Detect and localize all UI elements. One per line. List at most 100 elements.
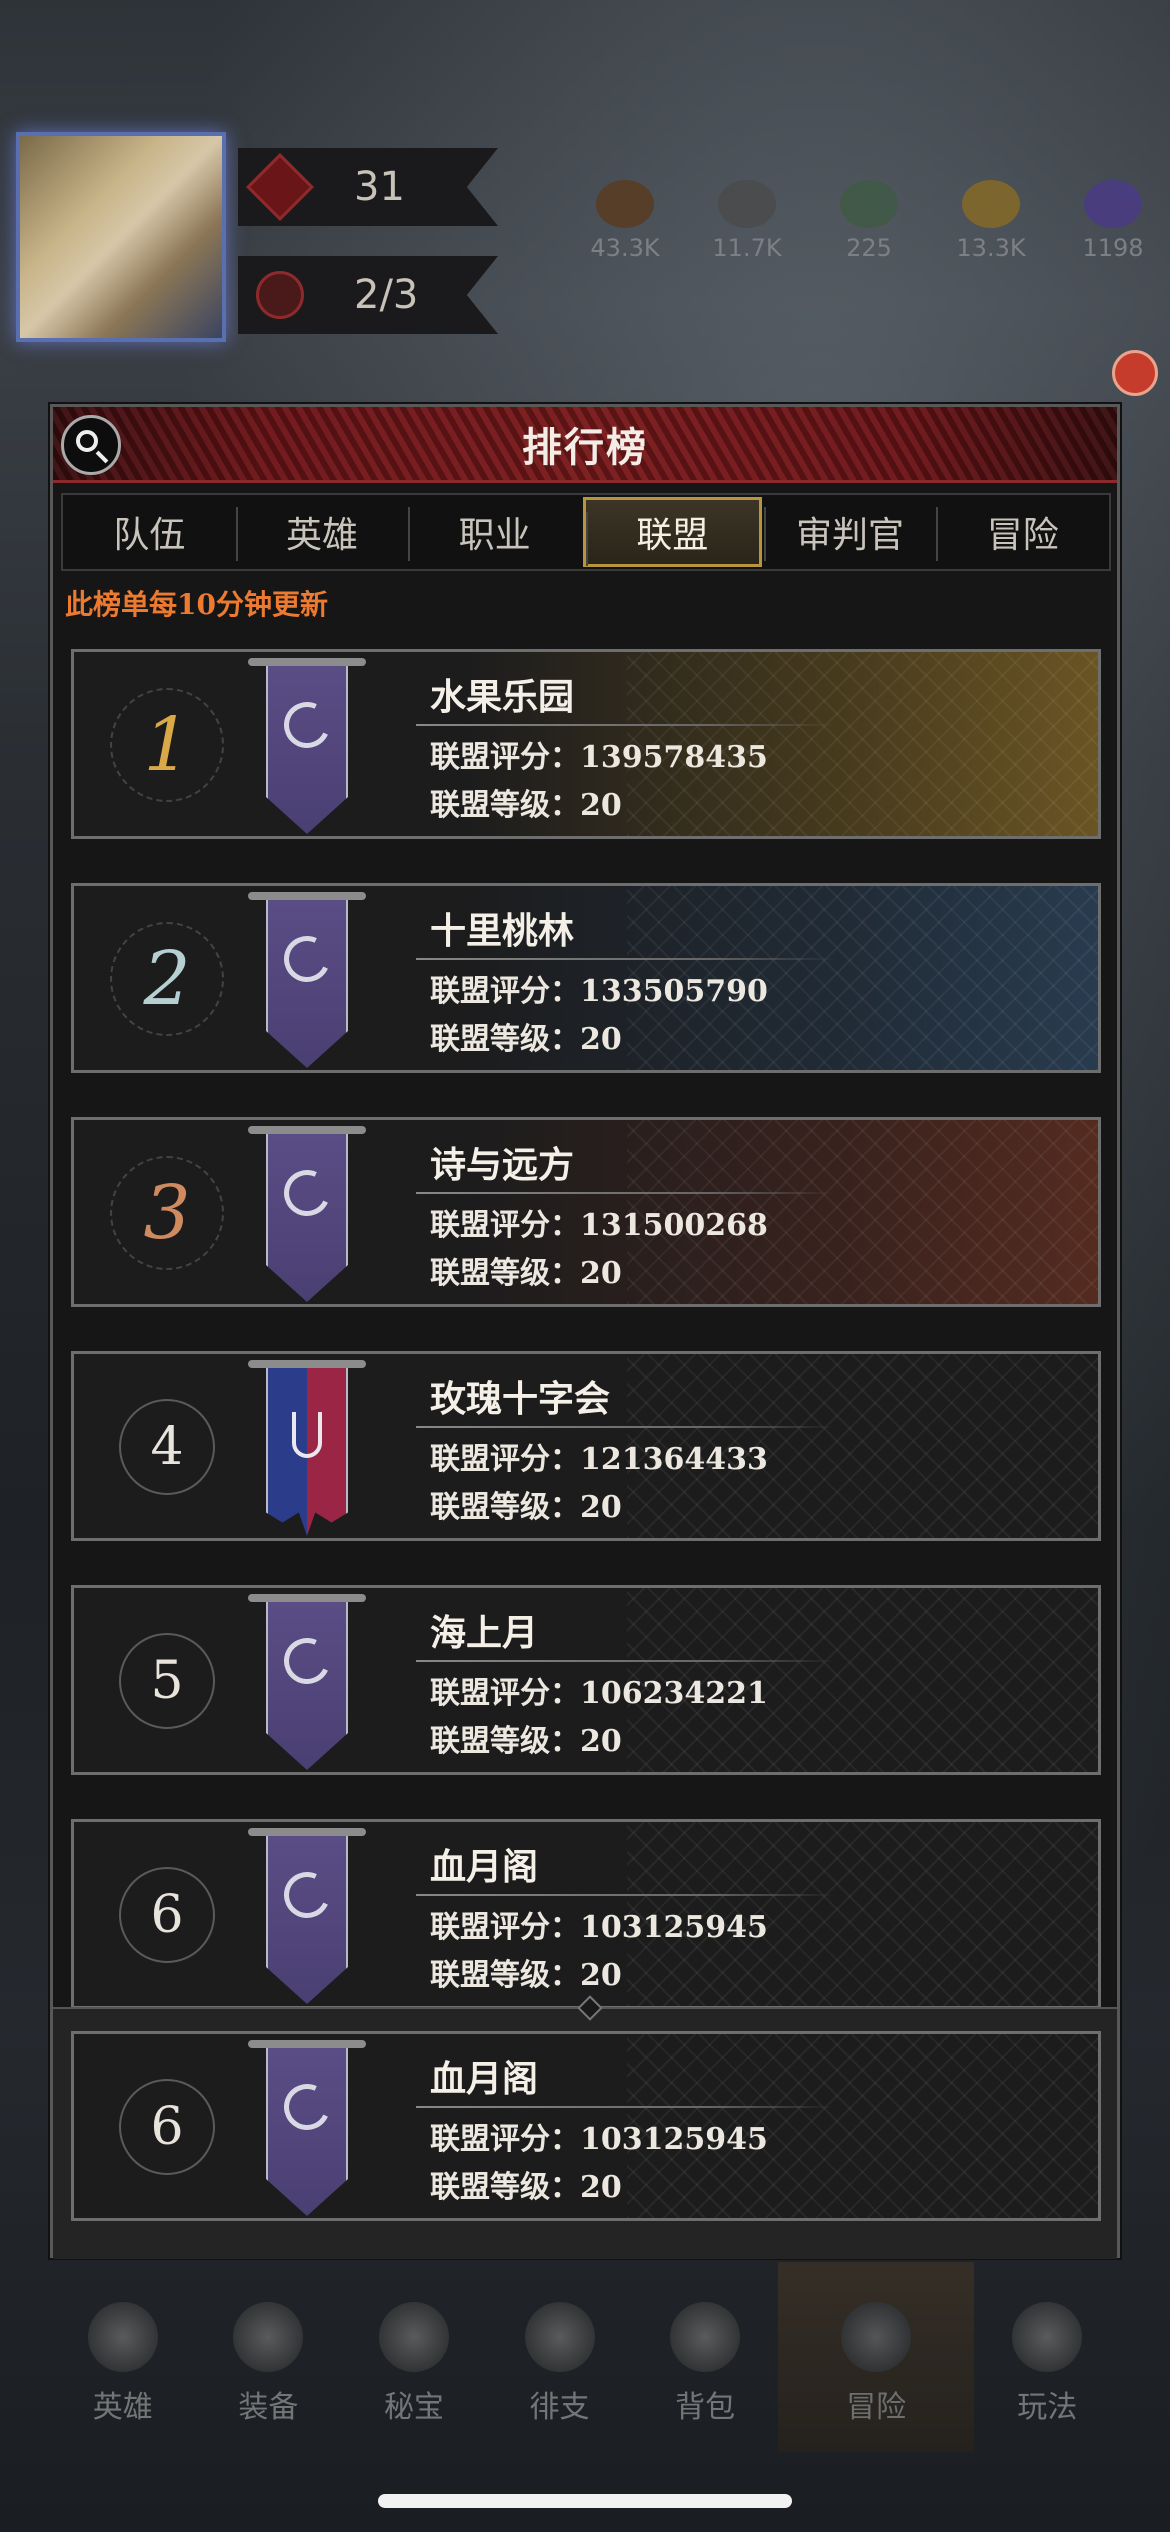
rank-emblem: 2 bbox=[110, 922, 224, 1036]
nav-label: 英雄 bbox=[92, 2390, 153, 2425]
ranking-row[interactable]: 2 十里桃林 联盟评分：133505790 联盟等级：20 bbox=[71, 883, 1101, 1073]
alliance-level: 联盟等级：20 bbox=[430, 2164, 836, 2212]
alliance-info: 血月阁 联盟评分：103125945 联盟等级：20 bbox=[416, 1838, 836, 2000]
gem-icon bbox=[1084, 180, 1142, 228]
ranking-row[interactable]: 6 血月阁 联盟评分：103125945 联盟等级：20 bbox=[71, 1819, 1101, 2009]
my-alliance-row[interactable]: 6 血月阁 联盟评分：103125945 联盟等级：20 bbox=[71, 2031, 1101, 2221]
rank-number: 6 bbox=[150, 1885, 184, 1945]
level-label: 联盟等级： bbox=[430, 1022, 580, 1057]
rank-number: 5 bbox=[150, 1651, 184, 1711]
nav-label: 秘宝 bbox=[383, 2390, 444, 2425]
rank-number: 3 bbox=[143, 1170, 191, 1256]
search-icon bbox=[76, 430, 98, 452]
gameplay-icon bbox=[1012, 2302, 1083, 2372]
tab-team[interactable]: 队伍 bbox=[63, 495, 236, 569]
alliance-name: 海上月 bbox=[430, 1612, 539, 1654]
rank-emblem: 3 bbox=[110, 1156, 224, 1270]
moon-banner-icon bbox=[248, 1126, 366, 1304]
tab-bar: 队伍 英雄 职业 联盟 审判官 冒险 bbox=[61, 493, 1111, 571]
ranking-row[interactable]: 3 诗与远方 联盟评分：131500268 联盟等级：20 bbox=[71, 1117, 1101, 1307]
alliance-level: 联盟等级：20 bbox=[430, 1250, 836, 1298]
alliance-info: 海上月 联盟评分：106234221 联盟等级：20 bbox=[416, 1604, 836, 1766]
score-label: 联盟评分： bbox=[430, 1676, 580, 1711]
rank-emblem: 5 bbox=[110, 1624, 224, 1738]
resource-chest[interactable]: 43.3K bbox=[570, 180, 680, 262]
resource-bar: 43.3K 11.7K 225 13.3K 1198 bbox=[570, 180, 1168, 262]
leaderboard-panel: 排行榜 队伍 英雄 职业 联盟 审判官 冒险 此榜单每10分钟更新 1 水果乐园… bbox=[50, 404, 1120, 2259]
tab-alliance[interactable]: 联盟 bbox=[583, 497, 762, 567]
nav-label: 玩法 bbox=[1017, 2390, 1078, 2425]
score-label: 联盟评分： bbox=[430, 1208, 580, 1243]
alliance-level: 联盟等级：20 bbox=[430, 1952, 836, 2000]
score-label: 联盟评分： bbox=[430, 974, 580, 1009]
search-button[interactable] bbox=[61, 415, 121, 475]
level-value: 31 bbox=[354, 164, 405, 210]
home-indicator[interactable] bbox=[378, 2494, 792, 2508]
gold-icon bbox=[962, 180, 1020, 228]
alliance-score: 联盟评分：121364433 bbox=[430, 1436, 836, 1484]
stamina-value: 2/3 bbox=[354, 272, 419, 318]
rank-number: 2 bbox=[143, 936, 191, 1022]
level-icon bbox=[244, 151, 316, 223]
level-value: 20 bbox=[580, 1958, 622, 1993]
crystal-icon bbox=[840, 180, 898, 228]
score-value: 103125945 bbox=[580, 2122, 768, 2157]
tab-adventure[interactable]: 冒险 bbox=[936, 495, 1109, 569]
alliance-info: 玫瑰十字会 联盟评分：121364433 联盟等级：20 bbox=[416, 1370, 836, 1532]
nav-label: 装备 bbox=[238, 2390, 299, 2425]
score-label: 联盟评分： bbox=[430, 740, 580, 775]
score-label: 联盟评分： bbox=[430, 2122, 580, 2157]
score-label: 联盟评分： bbox=[430, 1910, 580, 1945]
level-label: 联盟等级： bbox=[430, 2170, 580, 2205]
nav-label: 背包 bbox=[675, 2390, 736, 2425]
panel-header: 排行榜 bbox=[53, 407, 1117, 483]
alliance-level: 联盟等级：20 bbox=[430, 1484, 836, 1532]
resource-amount: 1198 bbox=[1082, 234, 1144, 262]
bag-icon bbox=[670, 2302, 741, 2372]
score-value: 106234221 bbox=[580, 1676, 768, 1711]
notification-badge[interactable] bbox=[1112, 350, 1158, 396]
nav-adventure[interactable]: 冒险 bbox=[777, 2262, 975, 2452]
moon-banner-icon bbox=[248, 2040, 366, 2218]
rose-chalice-banner-icon bbox=[248, 1360, 366, 1538]
alliance-score: 联盟评分：103125945 bbox=[430, 2116, 836, 2164]
resource-gold[interactable]: 13.3K bbox=[936, 180, 1046, 262]
nav-hero[interactable]: 英雄 bbox=[50, 2262, 196, 2452]
ranking-row[interactable]: 4 玫瑰十字会 联盟评分：121364433 联盟等级：20 bbox=[71, 1351, 1101, 1541]
tab-class[interactable]: 职业 bbox=[408, 495, 581, 569]
alliance-score: 联盟评分：106234221 bbox=[430, 1670, 836, 1718]
resource-ore[interactable]: 11.7K bbox=[692, 180, 802, 262]
resource-crystal[interactable]: 225 bbox=[814, 180, 924, 262]
panel-title: 排行榜 bbox=[522, 423, 648, 471]
level-badge: 31 bbox=[238, 148, 498, 226]
crossed-swords-icon bbox=[841, 2302, 912, 2372]
branch-icon bbox=[524, 2302, 595, 2372]
tab-inquisitor[interactable]: 审判官 bbox=[763, 495, 937, 569]
nav-equipment[interactable]: 装备 bbox=[196, 2262, 342, 2452]
ranking-row[interactable]: 1 水果乐园 联盟评分：139578435 联盟等级：20 bbox=[71, 649, 1101, 839]
nav-bag[interactable]: 背包 bbox=[632, 2262, 778, 2452]
resource-amount: 225 bbox=[846, 234, 892, 262]
level-label: 联盟等级： bbox=[430, 788, 580, 823]
alliance-name: 水果乐园 bbox=[430, 676, 575, 718]
treasure-icon bbox=[378, 2302, 449, 2372]
resource-gem[interactable]: 1198 bbox=[1058, 180, 1168, 262]
nav-branch[interactable]: 徘支 bbox=[487, 2262, 633, 2452]
level-value: 20 bbox=[580, 1022, 622, 1057]
rank-emblem: 1 bbox=[110, 688, 224, 802]
stamina-badge: 2/3 bbox=[238, 256, 498, 334]
level-label: 联盟等级： bbox=[430, 1490, 580, 1525]
top-hud: 31 2/3 43.3K 11.7K 225 13.3K 1198 bbox=[0, 0, 1170, 400]
bottom-nav: 英雄 装备 秘宝 徘支 背包 冒险 玩法 bbox=[50, 2262, 1120, 2452]
rank-number: 4 bbox=[150, 1417, 184, 1477]
hero-icon bbox=[87, 2302, 158, 2372]
ranking-row[interactable]: 5 海上月 联盟评分：106234221 联盟等级：20 bbox=[71, 1585, 1101, 1775]
nav-gameplay[interactable]: 玩法 bbox=[974, 2262, 1120, 2452]
score-label: 联盟评分： bbox=[430, 1442, 580, 1477]
player-avatar[interactable] bbox=[16, 132, 226, 342]
rank-number: 6 bbox=[150, 2097, 184, 2157]
tab-hero[interactable]: 英雄 bbox=[235, 495, 409, 569]
chest-icon bbox=[596, 180, 654, 228]
alliance-name: 诗与远方 bbox=[430, 1144, 575, 1186]
nav-treasure[interactable]: 秘宝 bbox=[341, 2262, 487, 2452]
